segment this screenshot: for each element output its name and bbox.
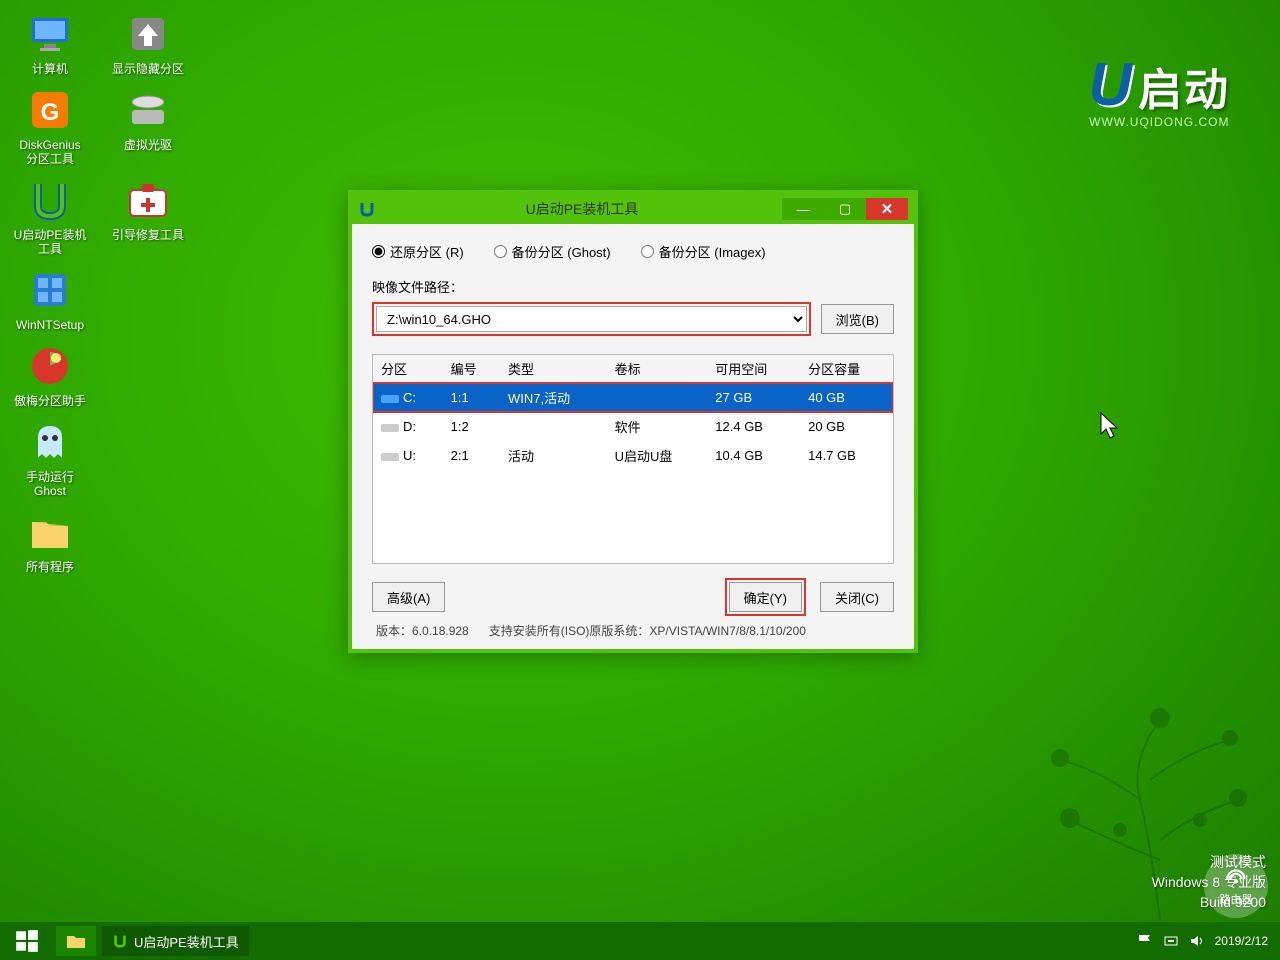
volume-icon[interactable] [1189, 933, 1205, 949]
path-highlight: Z:\win10_64.GHO [372, 302, 811, 336]
ghost-icon [26, 418, 74, 466]
router-watermark: 路由器 [1204, 854, 1268, 918]
desktop-icon-boot-repair[interactable]: 引导修复工具 [108, 176, 188, 256]
app-icon [358, 200, 376, 218]
folder-icon [26, 508, 74, 556]
desktop-icon-aomei[interactable]: 傲梅分区助手 [10, 342, 90, 408]
close-button[interactable]: ✕ [866, 198, 908, 220]
windows-logo-icon [14, 928, 40, 954]
radio-backup-ghost[interactable]: 备份分区 (Ghost) [494, 242, 611, 261]
image-path-select[interactable]: Z:\win10_64.GHO [376, 306, 807, 332]
u-logo-icon [26, 176, 74, 224]
taskbar: U启动PE装机工具 2019/2/12 [0, 922, 1280, 960]
desktop-icon-grid: 计算机 显示隐藏分区 G DiskGenius 分区工具 虚拟光驱 U启动PE装… [10, 10, 188, 574]
table-row[interactable]: U:2:1活动U启动U盘10.4 GB14.7 GB [373, 441, 893, 470]
status-bar: 版本：6.0.18.928 支持安装所有(ISO)原版系统：XP/VISTA/W… [372, 616, 894, 641]
path-label: 映像文件路径： [372, 277, 894, 296]
network-icon[interactable] [1163, 933, 1179, 949]
desktop: 计算机 显示隐藏分区 G DiskGenius 分区工具 虚拟光驱 U启动PE装… [0, 0, 1280, 960]
support-label: 支持安装所有(ISO)原版系统：XP/VISTA/WIN7/8/8.1/10/2… [489, 622, 806, 639]
start-button[interactable] [4, 922, 50, 960]
browse-button[interactable]: 浏览(B) [821, 304, 894, 334]
desktop-icon-show-hidden[interactable]: 显示隐藏分区 [108, 10, 188, 76]
desktop-icon-diskgenius[interactable]: G DiskGenius 分区工具 [10, 86, 90, 166]
installer-window: U启动PE装机工具 — ▢ ✕ 还原分区 (R) 备份分区 (Ghost) 备份… [348, 190, 918, 653]
diskgenius-icon: G [26, 86, 74, 134]
action-row: 高级(A) 确定(Y) 关闭(C) [372, 578, 894, 616]
radio-restore[interactable]: 还原分区 (R) [372, 242, 464, 261]
titlebar[interactable]: U启动PE装机工具 — ▢ ✕ [352, 194, 914, 224]
app-icon [112, 933, 128, 949]
window-body: 还原分区 (R) 备份分区 (Ghost) 备份分区 (Imagex) 映像文件… [352, 224, 914, 649]
tray-date[interactable]: 2019/2/12 [1215, 934, 1268, 948]
partition-table: 分区 编号 类型 卷标 可用空间 分区容量 C:1:1WIN7,活动27 GB4… [372, 354, 894, 564]
svg-text:G: G [41, 99, 60, 126]
desktop-icon-computer[interactable]: 计算机 [10, 10, 90, 76]
table-header-row: 分区 编号 类型 卷标 可用空间 分区容量 [373, 355, 893, 383]
advanced-button[interactable]: 高级(A) [372, 582, 445, 612]
version-label: 版本：6.0.18.928 [376, 622, 469, 639]
system-tray: 2019/2/12 [1137, 933, 1276, 949]
desktop-icon-ghost[interactable]: 手动运行 Ghost [10, 418, 90, 498]
desktop-icon-all-programs[interactable]: 所有程序 [10, 508, 90, 574]
setup-icon [26, 266, 74, 314]
maximize-button[interactable]: ▢ [824, 198, 866, 220]
minimize-button[interactable]: — [782, 198, 824, 220]
first-aid-icon [124, 176, 172, 224]
cdrom-icon [124, 86, 172, 134]
desktop-icon-winntsetup[interactable]: WinNTSetup [10, 266, 90, 332]
taskbar-explorer[interactable] [56, 926, 96, 956]
cursor-icon [1100, 412, 1120, 440]
ok-button[interactable]: 确定(Y) [729, 582, 802, 612]
radio-backup-imagex[interactable]: 备份分区 (Imagex) [641, 242, 766, 261]
arrow-up-icon [124, 10, 172, 58]
monitor-icon [26, 10, 74, 58]
flag-icon[interactable] [1137, 933, 1153, 949]
brand-logo: U 启动 WWW.UQIDONG.COM [1089, 50, 1230, 129]
partition-icon [26, 342, 74, 390]
desktop-icon-upe[interactable]: U启动PE装机 工具 [10, 176, 90, 256]
folder-icon [66, 933, 86, 949]
taskbar-app[interactable]: U启动PE装机工具 [102, 926, 249, 956]
ok-highlight: 确定(Y) [725, 578, 806, 616]
window-title: U启动PE装机工具 [382, 199, 782, 219]
close-window-button[interactable]: 关闭(C) [820, 582, 894, 612]
table-row[interactable]: C:1:1WIN7,活动27 GB40 GB [373, 383, 893, 413]
mode-radio-group: 还原分区 (R) 备份分区 (Ghost) 备份分区 (Imagex) [372, 242, 894, 261]
table-row[interactable]: D:1:2软件12.4 GB20 GB [373, 412, 893, 441]
desktop-icon-virtual-cdrom[interactable]: 虚拟光驱 [108, 86, 188, 166]
